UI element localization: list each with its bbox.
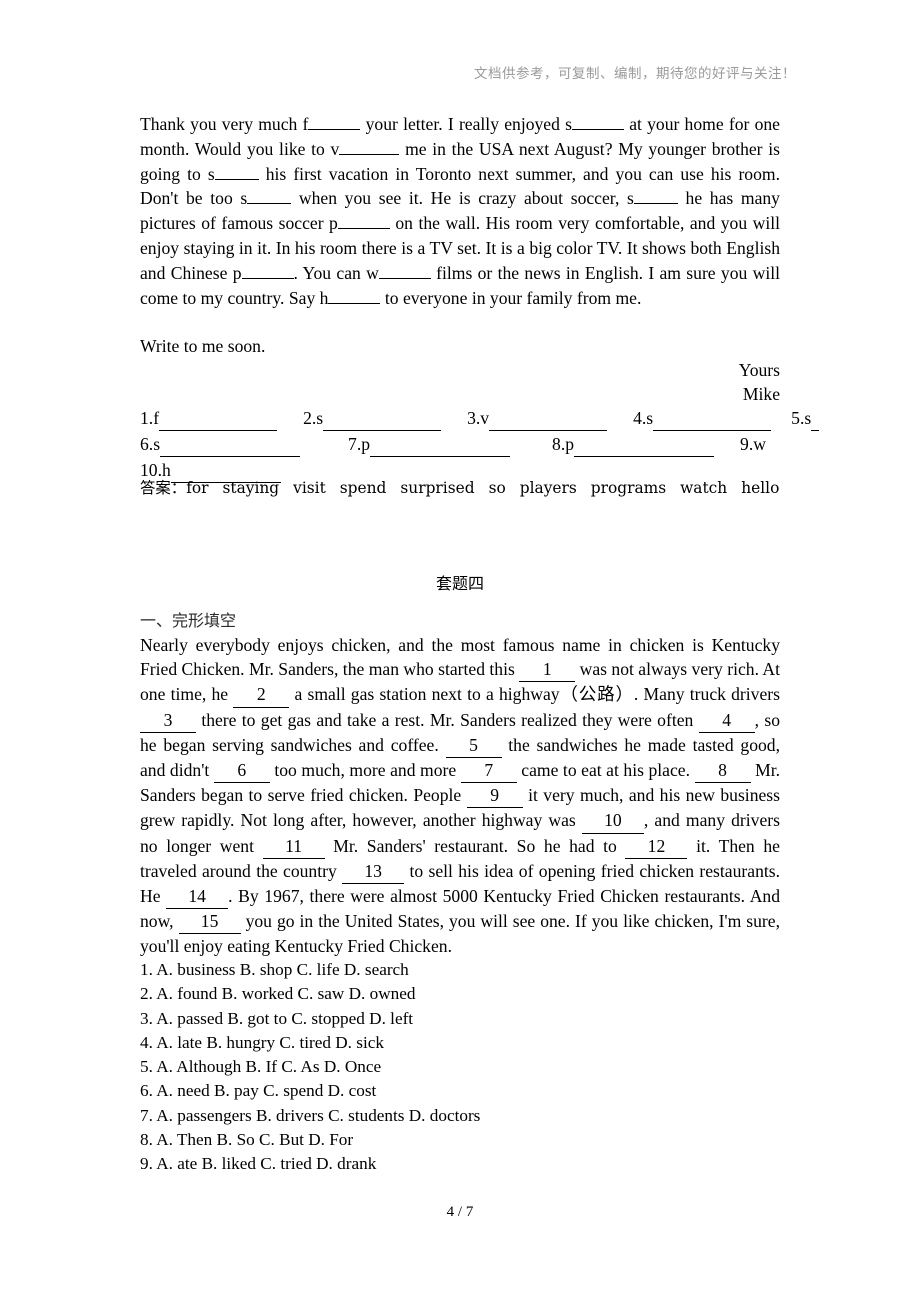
cloze-number-9[interactable]: 9 [466, 783, 523, 809]
cloze-blank-p1 [337, 228, 390, 230]
choice-item[interactable]: 3. A. passed B. got to C. stopped D. lef… [140, 1007, 800, 1031]
choice-list: 1. A. business B. shop C. life D. search… [140, 958, 800, 1177]
letter-text-b: your letter. I really enjoyed s [365, 114, 572, 134]
cloze-number-3[interactable]: 3 [140, 708, 196, 733]
page-footer: 4 / 7 [446, 1204, 474, 1220]
letter-text-a: Thank you very much f [140, 114, 309, 134]
answer-blank-row-1: 1.f 2.s 3.v 4.s 5.s [140, 405, 820, 431]
blank-num-6: 6.s [140, 434, 161, 454]
letter-paragraph-2: Write to me soon. [140, 336, 266, 356]
answer-key-word: visit [293, 479, 326, 497]
cloze-number-15[interactable]: 15 [178, 909, 241, 935]
cloze-blank-w [378, 277, 431, 279]
answer-key-word: spend [339, 479, 387, 497]
cloze-blank-v [339, 153, 400, 155]
blank-num-8: 8.p [552, 434, 575, 454]
cloze-blank-f [308, 129, 361, 130]
answer-blank-rows: 1.f 2.s 3.v 4.s 5.s 6.s 7.p 8.p 9.w 10.h [140, 405, 820, 483]
cloze-blank-h [328, 302, 381, 304]
document-page: 文档供参考，可复制、编制，期待您的好评与关注！ Thank you very m… [0, 0, 920, 1302]
cloze-passage: Nearly everybody enjoys chicken, and the… [140, 633, 780, 959]
cloze-text-12: Mr. Sanders' restaurant. So he had to [333, 835, 617, 856]
cloze-text-3: a small gas station next to a highway（公路… [294, 684, 780, 705]
answer-key-label: 答案： [140, 479, 187, 497]
cloze-number-2[interactable]: 2 [233, 682, 290, 708]
cloze-number-8[interactable]: 8 [694, 758, 751, 784]
choice-item[interactable]: 7. A. passengers B. drivers C. students … [140, 1104, 800, 1128]
answer-key-word: watch [680, 479, 728, 497]
choice-item[interactable]: 1. A. business B. shop C. life D. search [140, 958, 800, 982]
answer-key-word: players [519, 479, 577, 497]
blank-line-7[interactable] [370, 440, 511, 457]
blank-num-1: 1.f [140, 408, 160, 428]
choice-item[interactable]: 5. A. Although B. If C. As D. Once [140, 1055, 800, 1079]
choice-item[interactable]: 4. A. late B. hungry C. tired D. sick [140, 1031, 800, 1055]
cloze-number-4[interactable]: 4 [698, 708, 755, 733]
choice-item[interactable]: 2. A. found B. worked C. saw D. owned [140, 982, 800, 1006]
blank-line-5[interactable] [811, 414, 820, 431]
answer-key-word: hello [741, 479, 780, 497]
cloze-text-7: too much, more and more [274, 760, 457, 781]
cloze-number-7[interactable]: 7 [460, 758, 517, 784]
section-title: 套题四 [435, 574, 484, 593]
cloze-number-5[interactable]: 5 [445, 733, 502, 759]
watermark-text: 文档供参考，可复制、编制，期待您的好评与关注！ [474, 66, 796, 82]
blank-num-2: 2.s [303, 408, 324, 428]
cloze-blank-s3 [247, 203, 292, 205]
choice-item[interactable]: 8. A. Then B. So C. But D. For [140, 1128, 800, 1152]
letter-paragraph-1: Thank you very much f your letter. I rea… [140, 112, 780, 310]
choice-item[interactable]: 9. A. ate B. liked C. tried D. drank [140, 1152, 800, 1176]
cloze-number-6[interactable]: 6 [213, 758, 270, 784]
blank-num-5: 5.s [791, 408, 812, 428]
cloze-number-10[interactable]: 10 [581, 808, 644, 834]
letter-text-i: . You can w [293, 262, 379, 283]
letter-signature-yours: Yours [738, 360, 780, 380]
blank-line-8[interactable] [574, 440, 715, 457]
cloze-blank-s4 [633, 203, 678, 205]
letter-text-f: when you see it. He is crazy about socce… [298, 188, 634, 209]
letter-text-k: to everyone in your family from me. [384, 287, 642, 308]
cloze-blank-s1 [571, 129, 624, 130]
answer-key-line: 答案：for staying visit spend surprised so player… [140, 477, 800, 499]
cloze-number-11[interactable]: 11 [262, 834, 325, 859]
blank-line-4[interactable] [653, 414, 772, 431]
cloze-text-8: came to eat at his place. [521, 760, 690, 781]
cloze-blank-s2 [214, 178, 259, 180]
answer-blank-row-2: 6.s 7.p 8.p 9.w [140, 431, 785, 457]
answer-key-word: surprised [400, 479, 475, 497]
section-subheading: 一、完形填空 [140, 611, 237, 630]
blank-num-3: 3.v [467, 408, 490, 428]
blank-num-7: 7.p [348, 434, 371, 454]
cloze-number-14[interactable]: 14 [166, 884, 229, 910]
choice-item[interactable]: 6. A. need B. pay C. spend D. cost [140, 1079, 800, 1103]
blank-line-1[interactable] [159, 414, 278, 431]
blank-num-9: 9.w [740, 434, 766, 454]
blank-line-2[interactable] [323, 414, 442, 431]
answer-key-word: for [186, 479, 209, 497]
blank-line-6[interactable] [160, 440, 301, 457]
answer-key-word: staying [222, 479, 280, 497]
blank-num-4: 4.s [633, 408, 654, 428]
blank-line-3[interactable] [489, 414, 608, 431]
cloze-text-4: there to get gas and take a rest. Mr. Sa… [201, 709, 694, 730]
answer-key-word: programs [590, 479, 667, 497]
letter-signature-name: Mike [742, 384, 780, 404]
cloze-number-12[interactable]: 12 [625, 834, 688, 859]
cloze-number-13[interactable]: 13 [342, 859, 405, 885]
cloze-number-1[interactable]: 1 [519, 657, 576, 683]
cloze-blank-p2 [241, 277, 294, 279]
answer-key-word: so [488, 479, 506, 497]
